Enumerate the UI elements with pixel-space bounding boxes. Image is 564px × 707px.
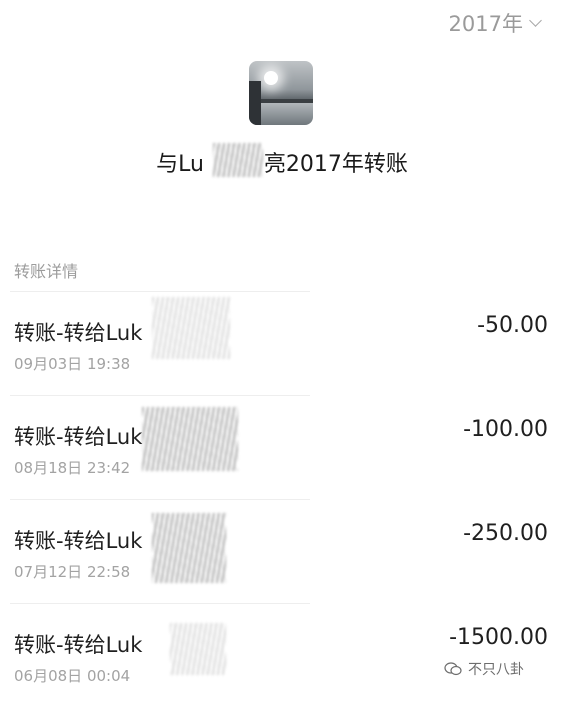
redaction-scribble <box>170 623 226 675</box>
transaction-desc: 转账-转给Luk <box>14 321 143 345</box>
transaction-row[interactable]: 转账-转给Luk 07月12日 22:58 -250.00 <box>0 499 564 603</box>
chat-icon <box>444 662 462 676</box>
transaction-desc: 转账-转给Luk <box>14 425 143 449</box>
divider <box>10 291 310 292</box>
page-title-suffix: 亮2017年转账 <box>263 152 408 177</box>
redaction-scribble <box>213 143 263 177</box>
transaction-row[interactable]: 转账-转给Luk 09月03日 19:38 -50.00 <box>0 291 564 395</box>
year-select-label: 2017年 <box>448 12 523 36</box>
transaction-desc: 转账-转给Luk <box>14 529 143 553</box>
watermark: 不只八卦 <box>444 659 524 679</box>
watermark-text: 不只八卦 <box>468 662 524 678</box>
transaction-amount: -250.00 <box>463 521 548 546</box>
divider <box>10 395 310 396</box>
avatar <box>249 61 313 125</box>
transaction-time: 09月03日 19:38 <box>14 355 131 373</box>
page-title: 与Lu 亮2017年转账 <box>0 146 564 178</box>
transaction-row[interactable]: 转账-转给Luk 06月08日 00:04 -1500.00 <box>0 603 564 707</box>
divider <box>10 499 310 500</box>
page-title-prefix: 与Lu <box>156 152 204 177</box>
transaction-time: 06月08日 00:04 <box>14 667 131 685</box>
redaction-scribble <box>152 513 226 583</box>
transaction-desc: 转账-转给Luk <box>14 633 143 657</box>
transaction-time: 07月12日 22:58 <box>14 563 131 581</box>
year-select[interactable]: 2017年 <box>448 8 542 38</box>
transaction-list: 转账-转给Luk 09月03日 19:38 -50.00 转账-转给Luk 08… <box>0 291 564 707</box>
redaction-scribble <box>152 297 230 359</box>
transaction-time: 08月18日 23:42 <box>14 459 131 477</box>
transaction-amount: -1500.00 <box>449 625 548 650</box>
transaction-amount: -100.00 <box>463 417 548 442</box>
divider <box>10 603 310 604</box>
redaction-scribble <box>142 407 238 471</box>
chevron-down-icon <box>529 13 542 27</box>
transaction-row[interactable]: 转账-转给Luk 08月18日 23:42 -100.00 <box>0 395 564 499</box>
section-label: 转账详情 <box>14 262 79 281</box>
transaction-amount: -50.00 <box>477 313 548 338</box>
